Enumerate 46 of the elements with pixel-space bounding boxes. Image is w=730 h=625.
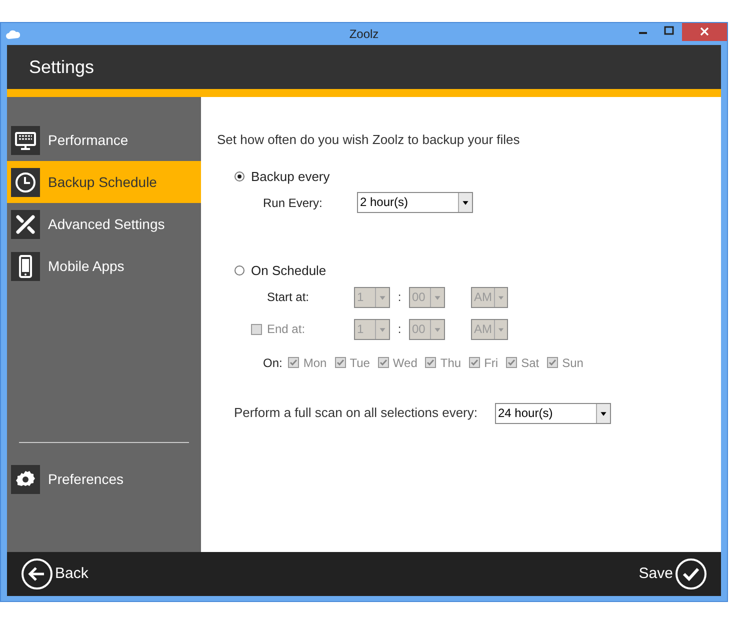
day-label: Wed [392,354,418,372]
sidebar-item[interactable]: Performance [7,119,201,161]
field-label: On: [263,354,282,372]
checkbox[interactable] [425,357,436,368]
checkbox[interactable] [288,357,300,368]
day-label: Tue [350,354,370,372]
sidebar-item[interactable]: Backup Schedule [7,161,201,203]
time-separator: : [396,321,402,338]
field-label: Run Every: [263,194,324,212]
header-bar: Settings [7,45,721,89]
sidebar-item[interactable]: Preferences [7,458,201,500]
checkbox[interactable] [334,357,346,368]
day-label: Sun [562,354,584,372]
field-label: End at: [267,321,306,338]
gear-icon [11,464,40,494]
sidebar-item[interactable]: Advanced Settings [7,203,201,245]
day-label: Fri [484,354,498,372]
radio-label: Backup every [251,168,330,186]
field-label: Start at: [267,289,310,306]
time-separator: : [396,289,402,306]
checkbox[interactable] [547,357,558,368]
checkbox[interactable] [378,357,389,368]
back-button[interactable]: Back [21,558,88,590]
day-label: Sat [521,354,540,372]
interval-dropdown[interactable]: 2 hour(s) [357,192,473,213]
day-label: Mon [303,354,327,372]
section-heading: Set how often do you wish Zoolz to backup your files [217,131,521,149]
checkbox[interactable] [251,324,262,334]
save-button[interactable]: Save [638,558,707,590]
monitor-icon [11,126,40,154]
field-label: Perform a full scan on all selections every: [234,404,478,422]
clock-icon [11,168,40,196]
checkbox[interactable] [506,357,518,368]
close-icon[interactable] [682,23,727,41]
checkmark-icon [675,558,707,590]
window-title: Zoolz [349,26,379,43]
day-label: Thu [440,354,462,372]
cloud-icon [6,30,20,38]
phone-icon [11,252,40,280]
radio-button[interactable] [234,265,245,276]
sidebar-item[interactable]: Mobile Apps [7,245,201,287]
scan-interval-dropdown[interactable]: 24 hour(s) [495,402,611,424]
radio-button[interactable] [234,170,245,182]
tools-icon [11,210,40,238]
radio-label: On Schedule [251,262,326,280]
checkbox[interactable] [469,357,480,368]
